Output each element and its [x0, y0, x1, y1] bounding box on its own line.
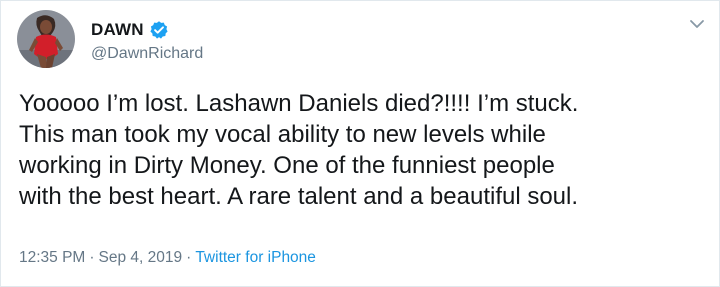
verified-badge-icon — [150, 21, 168, 39]
tweet-card: DAWN @DawnRichard Yooooo I’m lost. Lasha… — [0, 0, 720, 287]
author-handle[interactable]: @DawnRichard — [91, 45, 203, 63]
tweet-text: Yooooo I’m lost. Lashawn Daniels died?!!… — [19, 90, 579, 210]
author-name-row[interactable]: DAWN — [91, 18, 169, 42]
tweet-source-link[interactable]: Twitter for iPhone — [195, 249, 316, 266]
tweet-metadata: 12:35 PM · Sep 4, 2019 · Twitter for iPhone — [19, 249, 316, 267]
meta-separator: · — [89, 249, 95, 266]
chevron-down-icon[interactable] — [688, 15, 706, 33]
avatar[interactable] — [17, 10, 75, 68]
tweet-time[interactable]: 12:35 PM — [19, 249, 85, 266]
tweet-date[interactable]: Sep 4, 2019 — [99, 249, 183, 266]
meta-separator: · — [186, 249, 192, 266]
author-name[interactable]: DAWN — [91, 20, 144, 40]
